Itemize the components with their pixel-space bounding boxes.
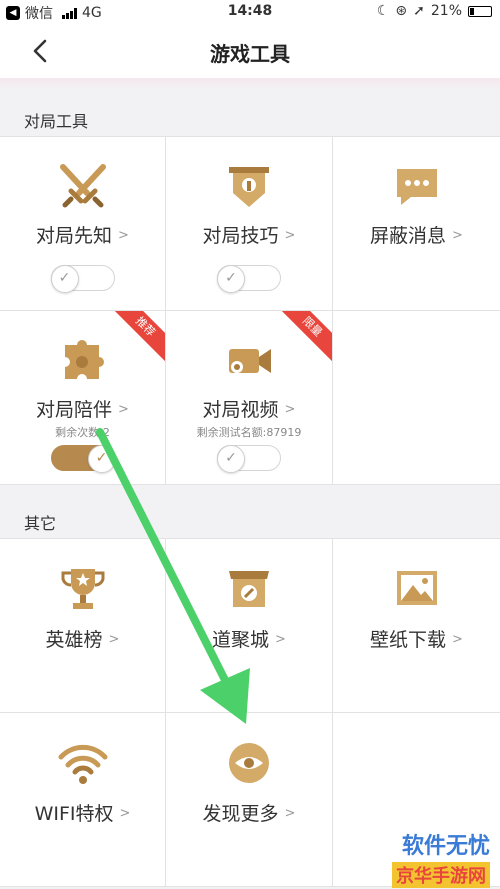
section-header-battle-tools: 对局工具 bbox=[0, 92, 500, 136]
chevron-right-icon: > bbox=[118, 228, 129, 243]
badge-limited: 限量 bbox=[275, 311, 332, 364]
tool-label: 道聚城 bbox=[212, 629, 270, 651]
battery-fill bbox=[470, 7, 474, 15]
picture-icon bbox=[396, 571, 437, 605]
chevron-right-icon: > bbox=[452, 632, 463, 647]
tool-discover-more[interactable]: 发现更多 > bbox=[166, 713, 333, 887]
watermark-line2: 京华手游网 bbox=[392, 862, 490, 888]
tool-label: 对局视频 bbox=[202, 399, 279, 421]
toggle-switch[interactable]: ✓ bbox=[217, 265, 281, 293]
chat-bubble-icon bbox=[396, 169, 437, 205]
badge-recommended: 推荐 bbox=[108, 311, 165, 364]
tool-label: 发现更多 bbox=[202, 803, 279, 825]
moon-icon: ☾ bbox=[376, 3, 390, 19]
tool-label: 屏蔽消息 bbox=[370, 225, 447, 247]
chevron-right-icon: > bbox=[284, 402, 296, 417]
toggle-switch[interactable]: ✓ bbox=[50, 265, 115, 293]
check-icon: ✓ bbox=[217, 445, 245, 473]
tool-wifi-privilege[interactable]: WIFI特权 > bbox=[0, 713, 166, 887]
battery-icon bbox=[468, 5, 492, 17]
toggle-switch[interactable]: ✓ bbox=[217, 445, 281, 473]
tool-label: 对局技巧 bbox=[202, 225, 279, 247]
battery-label: 21% bbox=[430, 3, 462, 19]
shop-icon bbox=[229, 571, 269, 607]
lock-rotation-icon: ⊛ bbox=[395, 3, 408, 19]
empty-cell bbox=[333, 311, 500, 485]
chevron-right-icon: > bbox=[275, 632, 286, 647]
tool-match-video[interactable]: 限量 对局视频 > 剩余测试名额:87919 ✓ bbox=[166, 311, 333, 485]
wifi-icon bbox=[58, 744, 107, 784]
section-title: 其它 bbox=[24, 514, 57, 533]
watermark: 软件无忧 京华手游网 bbox=[360, 828, 490, 888]
section-title: 对局工具 bbox=[24, 112, 89, 131]
toggle-switch[interactable]: ✓ bbox=[50, 445, 116, 473]
chevron-right-icon: > bbox=[108, 632, 120, 647]
tool-block-messages[interactable]: 屏蔽消息 > bbox=[333, 137, 500, 311]
remaining-count: 剩余次数:2 bbox=[55, 426, 110, 439]
video-camera-icon bbox=[229, 349, 271, 373]
check-icon: ✓ bbox=[87, 445, 116, 473]
tool-daoju-mall[interactable]: 道聚城 > bbox=[166, 539, 333, 713]
tool-label: 英雄榜 bbox=[45, 629, 103, 651]
crossed-swords-icon bbox=[59, 164, 106, 208]
chevron-right-icon: > bbox=[119, 806, 131, 821]
discover-eye-icon bbox=[229, 743, 269, 783]
section-header-others: 其它 bbox=[0, 494, 500, 538]
trophy-icon bbox=[61, 569, 104, 609]
location-icon: ➚ bbox=[413, 3, 425, 19]
check-icon: ✓ bbox=[50, 265, 79, 293]
status-bar: ◀ 微信 4G 14:48 ☾ ⊛ ➚ 21% bbox=[0, 0, 500, 24]
tool-label: 对局先知 bbox=[36, 225, 113, 247]
remaining-test-slots: 剩余测试名额:87919 bbox=[196, 426, 302, 439]
tool-label: WIFI特权 bbox=[34, 803, 114, 825]
chevron-right-icon: > bbox=[284, 228, 296, 243]
tool-match-companion[interactable]: 推荐 对局陪伴 > 剩余次数:2 ✓ bbox=[0, 311, 166, 485]
tool-match-prophet[interactable]: 对局先知 > ✓ bbox=[0, 137, 166, 311]
chevron-right-icon: > bbox=[452, 228, 463, 243]
check-icon: ✓ bbox=[217, 265, 245, 293]
nav-bar: 游戏工具 bbox=[0, 24, 500, 78]
page-title: 游戏工具 bbox=[210, 42, 290, 66]
puzzle-icon bbox=[64, 340, 104, 379]
tool-hero-rank[interactable]: 英雄榜 > bbox=[0, 539, 166, 713]
banner-shield-icon bbox=[229, 167, 269, 207]
chevron-right-icon: > bbox=[118, 402, 129, 417]
nav-divider bbox=[0, 78, 500, 90]
tool-label: 对局陪伴 bbox=[36, 399, 113, 421]
battle-tools-grid: 对局先知 > ✓ 对局技巧 > ✓ 屏蔽消息 > 推荐 对局陪伴 > 剩余次数:2 ✓ … bbox=[0, 136, 500, 485]
chevron-right-icon: > bbox=[284, 806, 296, 821]
tool-wallpaper-download[interactable]: 壁纸下载 > bbox=[333, 539, 500, 713]
watermark-line1: 软件无忧 bbox=[401, 834, 490, 859]
tool-label: 壁纸下载 bbox=[370, 629, 447, 651]
tool-match-tips[interactable]: 对局技巧 > ✓ bbox=[166, 137, 333, 311]
